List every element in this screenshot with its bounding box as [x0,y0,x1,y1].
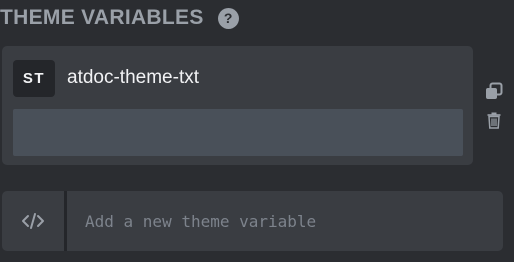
section-header: THEME VARIABLES ? [0,4,239,32]
variable-type-badge: ST [13,60,55,97]
trash-icon-graphic [487,112,501,129]
code-icon-graphic [22,213,44,229]
copy-icon-graphic [486,82,503,99]
variable-name: atdoc-theme-txt [67,67,199,88]
theme-variable-card: ST atdoc-theme-txt [2,46,473,165]
section-title: THEME VARIABLES [0,6,204,29]
code-icon [2,191,64,251]
help-icon[interactable]: ? [217,7,239,29]
new-variable-input[interactable] [67,191,503,251]
trash-icon[interactable] [484,110,504,130]
copy-icon[interactable] [484,81,504,101]
new-variable-row [2,191,503,251]
variable-value-field[interactable] [13,109,463,156]
